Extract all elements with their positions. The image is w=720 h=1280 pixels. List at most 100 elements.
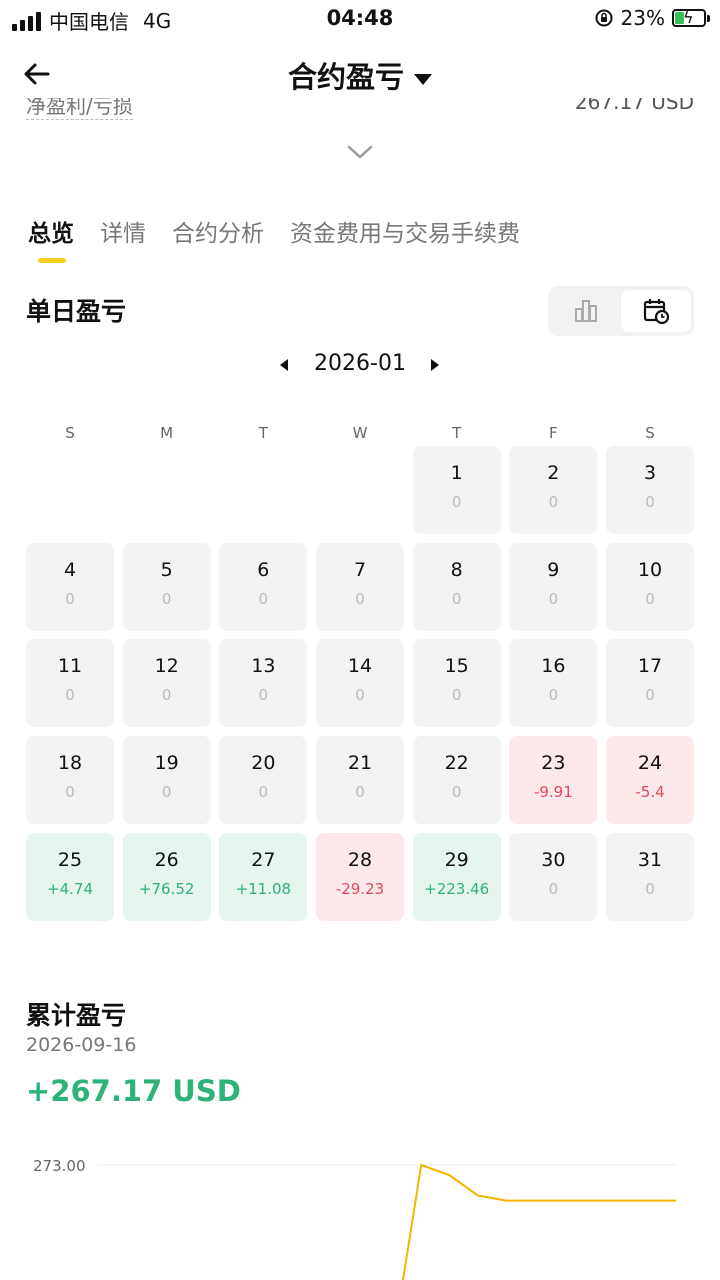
tab-details[interactable]: 详情	[100, 214, 146, 248]
day-pnl: +223.46	[424, 879, 490, 898]
day-number: 29	[444, 848, 469, 871]
tab-contract-analysis[interactable]: 合约分析	[172, 214, 264, 248]
calendar-day[interactable]: 31 0	[606, 832, 695, 921]
calendar-day[interactable]: 28 -29.23	[316, 832, 404, 921]
day-pnl: +4.74	[47, 879, 93, 898]
day-pnl: 0	[355, 686, 365, 705]
calendar-day[interactable]: 20 0	[219, 736, 308, 824]
day-number: 12	[154, 655, 179, 678]
day-number: 19	[154, 752, 179, 774]
calendar-day[interactable]: 15 0	[412, 639, 501, 728]
day-pnl: 0	[645, 686, 655, 705]
calendar-day[interactable]: 23 -9.91	[509, 736, 598, 824]
pnl-calendar: 1 0 2 0 3 0 4 0 5 0 6 0 7 0 8 0 9 0 10 0 11 0 12 0 13 0 14 0 15 0 16 0 1…	[26, 446, 695, 922]
day-number: 11	[57, 655, 83, 678]
day-number: 8	[450, 558, 463, 581]
day-number: 20	[251, 752, 276, 774]
day-number: 6	[257, 558, 270, 581]
tab-overview[interactable]: 总览	[28, 214, 74, 248]
day-pnl: 0	[161, 686, 172, 705]
calendar-view-button[interactable]	[621, 290, 691, 332]
cumulative-pnl-title: 累计盈亏	[26, 1001, 127, 1030]
day-pnl: -9.91	[533, 783, 573, 801]
month-navigator: 2026-01	[0, 350, 720, 380]
day-number: 16	[541, 655, 566, 678]
calendar-day[interactable]: 24 -5.4	[606, 736, 695, 824]
day-number: 10	[637, 558, 663, 581]
day-pnl: 0	[645, 879, 655, 898]
calendar-day[interactable]: 90	[509, 542, 598, 631]
tab-fees[interactable]: 资金费用与交易手续费	[290, 214, 520, 248]
month-label: 2026-01	[314, 351, 406, 376]
summary-row: 净盈利/亏损 267.17 USD	[26, 98, 694, 126]
calendar-day[interactable]: 13 0	[219, 639, 308, 728]
calendar-day[interactable]: 21 0	[316, 736, 404, 824]
day-pnl: -29.23	[335, 879, 385, 898]
cumulative-pnl-chart: 273.00	[33, 1157, 676, 1280]
day-number: 26	[154, 848, 179, 871]
day-number: 22	[444, 752, 469, 774]
day-pnl: 0	[548, 589, 559, 608]
weekday-label: W	[352, 424, 368, 442]
calendar-day[interactable]: 27 +11.08	[219, 832, 308, 921]
calendar-day[interactable]: 30 0	[509, 832, 598, 921]
calendar-day[interactable]: 14 0	[316, 639, 404, 728]
next-month-icon[interactable]	[431, 359, 439, 371]
day-number: 24	[637, 752, 663, 774]
calendar-day[interactable]: 17 0	[606, 639, 695, 728]
day-number: 31	[637, 848, 663, 871]
caret-down-icon	[414, 74, 432, 85]
chevron-down-icon[interactable]	[346, 140, 374, 164]
calendar-day[interactable]: 16 0	[509, 639, 598, 728]
header: 合约盈亏	[0, 44, 720, 104]
weekday-header: SMTWTFS	[26, 424, 694, 444]
calendar-day[interactable]: 10	[412, 446, 501, 534]
day-pnl: 0	[645, 589, 655, 608]
calendar-day[interactable]: 26 +76.52	[122, 832, 211, 921]
day-number: 28	[347, 848, 373, 871]
calendar-day[interactable]: 25 +4.74	[26, 832, 114, 921]
day-number: 25	[57, 848, 83, 871]
daily-pnl-title: 单日盈亏	[26, 297, 127, 326]
summary-value: 267.17 USD	[574, 98, 694, 114]
day-pnl: 0	[161, 589, 172, 608]
day-pnl: 0	[645, 493, 655, 511]
day-pnl: 0	[65, 783, 75, 801]
calendar-day[interactable]: 80	[412, 542, 501, 631]
status-bar: 中国电信 4G 04:48 23% ϟ	[0, 0, 720, 38]
day-number: 18	[57, 752, 83, 774]
rotation-lock-icon	[595, 9, 613, 27]
calendar-day[interactable]: 70	[316, 542, 404, 631]
calendar-day[interactable]: 11 0	[26, 639, 114, 728]
series-line	[402, 1163, 676, 1280]
day-pnl: 0	[451, 589, 462, 608]
calendar-day[interactable]: 22 0	[412, 736, 501, 824]
day-pnl: 0	[451, 783, 462, 801]
calendar-day[interactable]: 29 +223.46	[412, 832, 501, 921]
calendar-day[interactable]: 18 0	[26, 736, 114, 824]
day-number: 23	[541, 752, 566, 774]
day-number: 4	[63, 558, 77, 581]
day-number: 9	[547, 558, 560, 581]
weekday-label: F	[549, 424, 558, 442]
calendar-day[interactable]: 19 0	[122, 736, 211, 824]
day-pnl: 0	[258, 783, 269, 801]
title-dropdown[interactable]: 合约盈亏	[0, 54, 720, 96]
day-number: 3	[643, 462, 657, 484]
calendar-day[interactable]: 10 0	[606, 542, 695, 631]
calendar-day[interactable]: 40	[26, 542, 114, 631]
calendar-day[interactable]: 60	[219, 542, 308, 631]
day-number: 7	[353, 558, 367, 581]
day-number: 5	[160, 558, 173, 581]
day-number: 17	[637, 655, 663, 678]
calendar-day[interactable]: 50	[122, 542, 211, 631]
day-pnl: -5.4	[635, 783, 665, 801]
calendar-day[interactable]: 12 0	[122, 639, 211, 728]
calendar-day[interactable]: 30	[606, 446, 695, 534]
bar-view-button[interactable]	[551, 290, 621, 332]
day-pnl: 0	[548, 493, 559, 511]
calendar-day[interactable]: 20	[509, 446, 598, 534]
day-pnl: 0	[355, 589, 365, 608]
day-pnl: 0	[65, 589, 75, 608]
day-pnl: +76.52	[138, 879, 195, 898]
